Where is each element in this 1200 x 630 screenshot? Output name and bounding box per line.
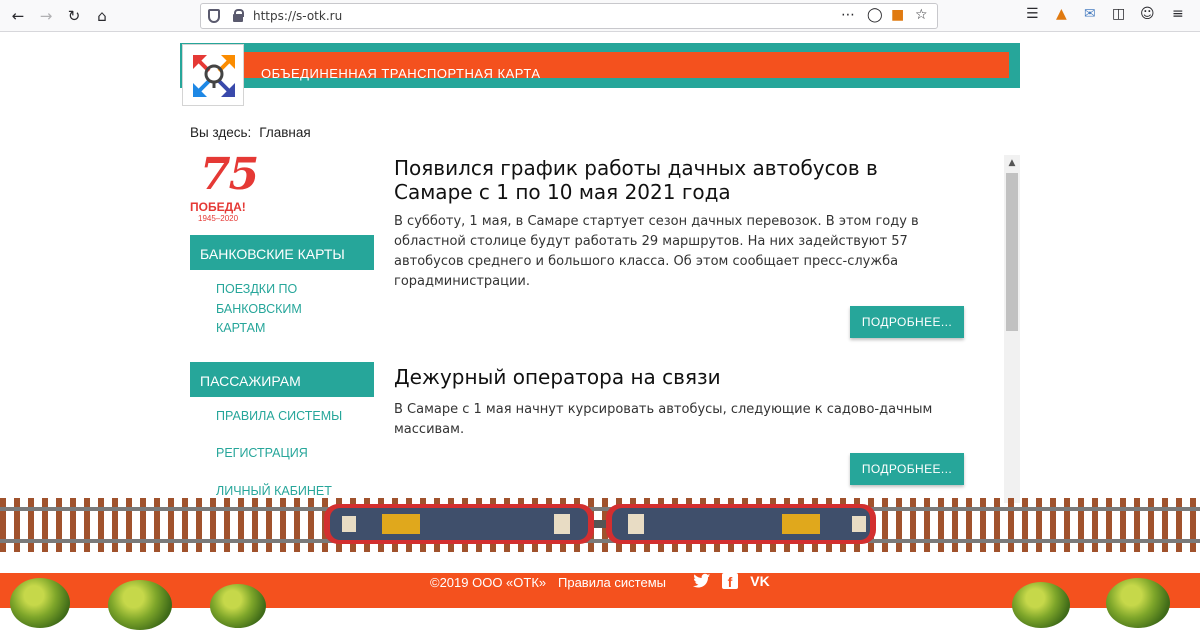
site-logo[interactable] xyxy=(182,44,244,106)
post-excerpt: В Самаре с 1 мая начнут курсировать авто… xyxy=(394,400,974,440)
victory-75-badge[interactable]: 75 ПОБЕДА! 1945–2020 xyxy=(190,149,276,225)
post-title-line[interactable]: Появился график работы дачных автобусов … xyxy=(394,156,954,180)
breadcrumb-label: Вы здесь: xyxy=(190,125,252,140)
footer-copyright: ©2019 ООО «ОТК» xyxy=(430,575,547,590)
lock-icon[interactable] xyxy=(233,9,244,22)
bookmark-star-icon[interactable]: ☆ xyxy=(915,7,928,23)
bush-decoration xyxy=(1012,582,1070,628)
badge-word: ПОБЕДА! xyxy=(190,200,246,214)
scroll-thumb[interactable] xyxy=(1006,173,1018,331)
home-icon[interactable]: ⌂ xyxy=(90,4,114,28)
extension-icon[interactable]: ■ xyxy=(891,7,904,23)
sidebar-link-bank-trips-3[interactable]: КАРТАМ xyxy=(216,318,265,338)
train-icon xyxy=(324,504,876,544)
sidebar-link-bank-trips-2[interactable]: БАНКОВСКИМ xyxy=(216,299,302,319)
read-more-button[interactable]: ПОДРОБНЕЕ... xyxy=(850,453,964,485)
bush-decoration xyxy=(108,580,172,630)
badge-number: 75 xyxy=(200,149,259,200)
pocket-icon[interactable]: ◯ xyxy=(867,7,883,23)
post-title[interactable]: Появился график работы дачных автобусов … xyxy=(394,156,954,204)
page-actions-icon[interactable]: ⋯ xyxy=(841,7,855,23)
sidebar-link-bank-trips-1[interactable]: ПОЕЗДКИ ПО xyxy=(216,279,297,299)
menu-icon[interactable]: ≡ xyxy=(1172,6,1184,22)
twitter-icon[interactable] xyxy=(692,573,712,591)
post-title[interactable]: Дежурный оператора на связи xyxy=(394,365,954,389)
post-excerpt: В субботу, 1 мая, в Самаре стартует сезо… xyxy=(394,212,974,292)
post-text-line: В Самаре с 1 мая начнут курсировать авто… xyxy=(394,402,933,417)
footer-rules-link[interactable]: Правила системы xyxy=(558,575,666,590)
vk-icon[interactable]: VK xyxy=(748,573,772,591)
sidebar-heading-passengers[interactable]: ПАССАЖИРАМ xyxy=(190,362,374,397)
post-text-line: автобусов среднего и большого класса. Об… xyxy=(394,254,899,269)
site-title[interactable]: ОБЪЕДИНЕННАЯ ТРАНСПОРТНАЯ КАРТА xyxy=(261,66,541,81)
badge-years: 1945–2020 xyxy=(198,214,239,223)
bush-decoration xyxy=(1106,578,1170,628)
read-more-button[interactable]: ПОДРОБНЕЕ... xyxy=(850,306,964,338)
back-icon[interactable]: ← xyxy=(6,4,30,28)
sidebar-heading-bank-cards[interactable]: БАНКОВСКИЕ КАРТЫ xyxy=(190,235,374,270)
forward-icon[interactable]: → xyxy=(34,4,58,28)
railway-decoration xyxy=(0,495,1200,555)
post-text-line: областной столице будут работать 29 марш… xyxy=(394,234,908,249)
vk-glyph: VK xyxy=(750,573,770,589)
post-text-line: массивам. xyxy=(394,422,465,437)
scroll-up-arrow-icon[interactable]: ▲ xyxy=(1004,155,1020,171)
content-scrollbar[interactable]: ▲ xyxy=(1004,155,1020,503)
breadcrumb-home[interactable]: Главная xyxy=(259,125,310,140)
library-icon[interactable]: ☰ xyxy=(1026,6,1039,22)
url-text[interactable]: https://s-otk.ru xyxy=(253,9,342,23)
breadcrumb: Вы здесь: Главная xyxy=(190,125,311,140)
sidebar-toggle-icon[interactable]: ◫ xyxy=(1112,6,1125,22)
tracking-shield-icon[interactable] xyxy=(208,9,220,23)
reload-icon[interactable]: ↻ xyxy=(62,4,86,28)
sidebar-link-registration[interactable]: РЕГИСТРАЦИЯ xyxy=(216,443,308,463)
post-text-line: В субботу, 1 мая, в Самаре стартует сезо… xyxy=(394,214,919,229)
account-icon[interactable]: ☺ xyxy=(1140,6,1155,22)
browser-toolbar: ← → ↻ ⌂ https://s-otk.ru ⋯ ◯ ■ ☆ ☰ ▲ ✉ ◫… xyxy=(0,0,1200,32)
mail-icon[interactable]: ✉ xyxy=(1084,6,1096,22)
addon-icon[interactable]: ▲ xyxy=(1056,6,1067,22)
bush-decoration xyxy=(210,584,266,628)
post-text-line: горадминистрации. xyxy=(394,274,531,289)
post-title-line[interactable]: Самаре с 1 по 10 мая 2021 года xyxy=(394,180,954,204)
sidebar-link-rules[interactable]: ПРАВИЛА СИСТЕМЫ xyxy=(216,406,342,426)
facebook-glyph: f xyxy=(722,573,738,590)
post-title-line[interactable]: Дежурный оператора на связи xyxy=(394,365,954,389)
address-bar[interactable]: https://s-otk.ru ⋯ ◯ ■ ☆ xyxy=(200,3,938,29)
logo-icon xyxy=(193,55,235,97)
bush-decoration xyxy=(10,578,70,628)
facebook-icon[interactable]: f xyxy=(720,573,740,591)
